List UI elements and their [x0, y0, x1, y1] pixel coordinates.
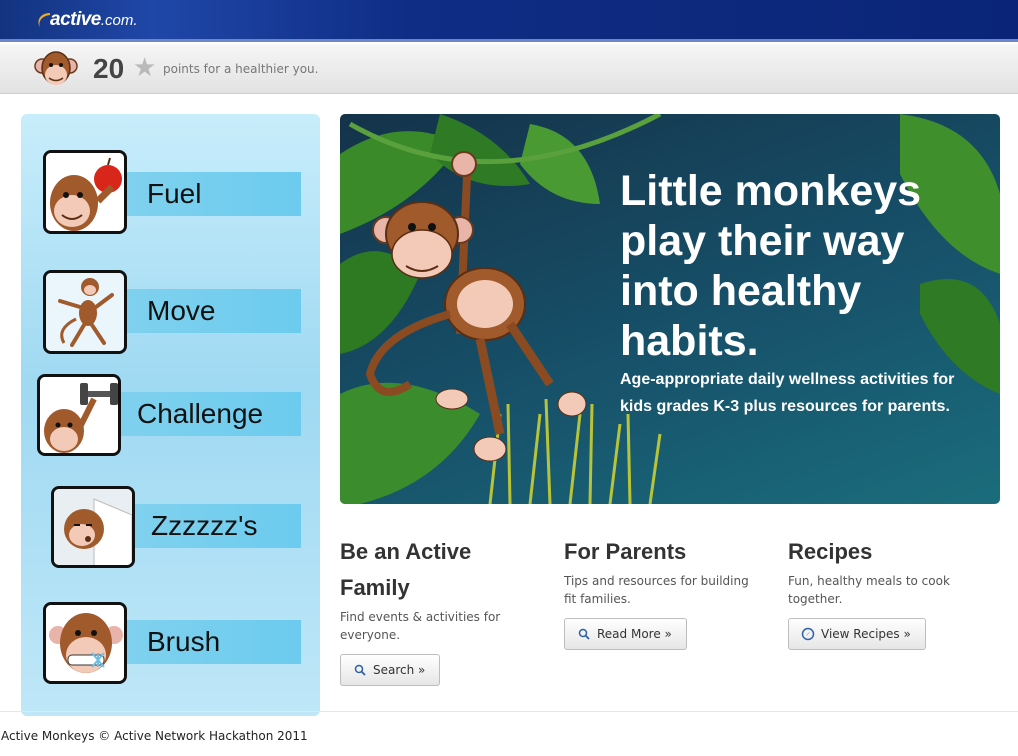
activity-sidebar: Fuel Move Challenge Zzzzzz's Brush: [21, 114, 320, 716]
sidebar-item-challenge[interactable]: Challenge: [21, 366, 320, 466]
logo-domain: .com.: [100, 11, 138, 29]
sidebar-item-label: Move: [147, 295, 216, 326]
for-parents-section: For Parents Tips and resources for build…: [564, 534, 764, 650]
monkey-dumbbell-icon: [37, 374, 121, 456]
label-bar: Challenge: [119, 392, 301, 436]
search-button[interactable]: Search »: [340, 654, 441, 686]
view-recipes-button[interactable]: View Recipes »: [788, 618, 926, 650]
search-button-label: Search »: [373, 663, 426, 677]
monkey-apple-icon: [43, 150, 127, 234]
section-text: Tips and resources for building fit fami…: [564, 574, 749, 606]
sidebar-item-fuel[interactable]: Fuel: [21, 142, 320, 242]
star-icon: ★: [133, 53, 157, 83]
section-text: Fun, healthy meals to cook together.: [788, 574, 950, 606]
hero-title: Little monkeys play their way into healt…: [620, 167, 922, 365]
footer-divider: [0, 711, 1018, 712]
sidebar-item-zzz[interactable]: Zzzzzz's: [21, 480, 320, 580]
points-value: 20: [93, 53, 125, 84]
sidebar-item-label: Fuel: [147, 178, 202, 209]
recipes-section: Recipes Fun, healthy meals to cook toget…: [788, 534, 988, 650]
label-bar: Move: [125, 289, 301, 333]
monkey-jump-icon: [43, 270, 127, 354]
section-title: For Parents: [564, 539, 687, 564]
read-more-button-label: Read More »: [597, 627, 672, 641]
label-bar: Brush: [125, 620, 301, 664]
label-bar: Fuel: [125, 172, 301, 216]
sidebar-item-brush[interactable]: Brush: [21, 596, 320, 696]
read-more-button[interactable]: Read More »: [564, 618, 687, 650]
label-bar: Zzzzzz's: [133, 504, 301, 548]
footer-copyright: Active Monkeys © Active Network Hackatho…: [1, 729, 308, 743]
section-title: Recipes: [788, 539, 873, 564]
monkey-avatar-icon[interactable]: [34, 48, 78, 90]
monkey-sleep-icon: [51, 486, 135, 568]
active-logo[interactable]: active .com.: [34, 6, 138, 34]
logo-swoosh-icon: [34, 9, 56, 31]
sidebar-item-label: Brush: [147, 626, 221, 657]
view-recipes-button-label: View Recipes »: [821, 627, 911, 641]
logo-text: active: [50, 9, 101, 30]
search-icon: [577, 627, 591, 641]
hero-banner: Little monkeys play their way into healt…: [340, 114, 1000, 504]
top-navigation-bar: active .com.: [0, 0, 1018, 42]
points-label: points for a healthier you.: [163, 62, 319, 76]
active-family-section: Be an Active Family Find events & activi…: [340, 534, 510, 686]
monkey-toothbrush-icon: [43, 602, 127, 684]
section-text: Find events & activities for everyone.: [340, 610, 501, 642]
sidebar-item-move[interactable]: Move: [21, 262, 320, 362]
section-title: Be an Active Family: [340, 539, 472, 600]
sidebar-item-label: Challenge: [137, 398, 264, 429]
compass-icon: [801, 627, 815, 641]
hero-subtitle: Age-appropriate daily wellness activitie…: [620, 371, 955, 415]
sidebar-item-label: Zzzzzz's: [151, 510, 258, 541]
points-bar: 20 ★ points for a healthier you.: [0, 44, 1018, 94]
search-icon: [353, 663, 367, 677]
